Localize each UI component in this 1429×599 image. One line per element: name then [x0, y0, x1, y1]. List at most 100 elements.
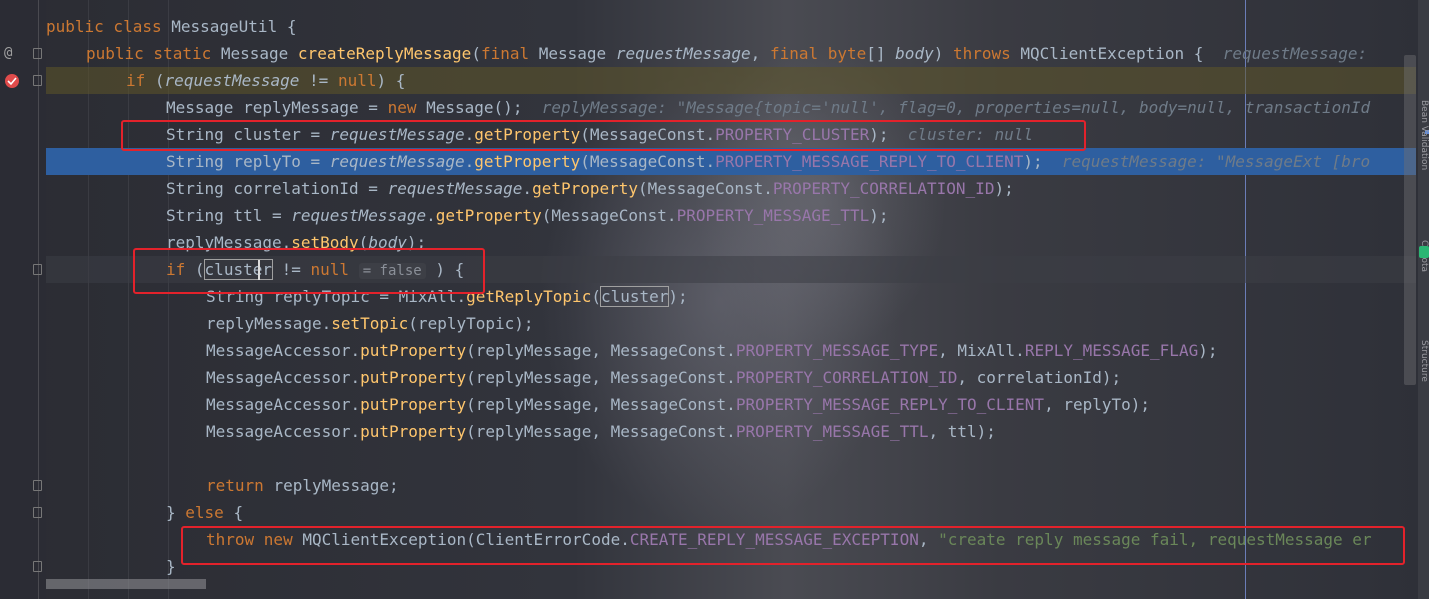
code-token: (: [154, 71, 165, 90]
code-token: Message: [426, 98, 494, 117]
code-token: );: [1198, 341, 1218, 360]
code-token: getProperty: [474, 152, 581, 171]
code-token: PROPERTY_MESSAGE_REPLY_TO_CLIENT: [715, 152, 1024, 171]
code-token: MessageAccessor.: [206, 368, 361, 387]
code-token: PROPERTY_MESSAGE_TTL: [676, 206, 870, 225]
code-line[interactable]: MessageAccessor.putProperty(replyMessage…: [206, 364, 1121, 391]
code-token: (replyMessage, MessageConst.: [466, 368, 736, 387]
fold-toggle-icon[interactable]: [33, 75, 42, 86]
code-token: ,: [750, 44, 770, 63]
code-token: ) {: [376, 71, 406, 90]
code-token: String ttl =: [166, 206, 292, 225]
codota-icon[interactable]: [1419, 246, 1429, 258]
annotation-box-throw: [181, 526, 1405, 565]
code-line[interactable]: }: [166, 553, 176, 580]
code-token: else: [185, 503, 234, 522]
code-token: PROPERTY_MESSAGE_TTL: [735, 422, 929, 441]
code-token: (: [471, 44, 481, 63]
code-token: final byte: [769, 44, 867, 63]
code-token: (replyMessage, MessageConst.: [466, 341, 736, 360]
code-token: requestMessage: [291, 206, 427, 225]
code-token: Message: [220, 44, 298, 63]
tool-window-tab-structure[interactable]: Structure: [1419, 340, 1429, 440]
code-token: PROPERTY_CORRELATION_ID: [735, 368, 958, 387]
horizontal-scrollbar[interactable]: [46, 579, 206, 589]
code-token: {: [286, 17, 297, 36]
override-marker-icon[interactable]: @: [4, 46, 12, 60]
code-token: requestMessage: [615, 44, 751, 63]
code-token: String replyTo =: [166, 152, 330, 171]
code-line[interactable]: String correlationId = requestMessage.ge…: [166, 175, 1014, 202]
code-token: Message replyMessage =: [166, 98, 388, 117]
code-token: , correlationId);: [957, 368, 1122, 387]
code-line[interactable]: String replyTo = requestMessage.getPrope…: [166, 148, 1370, 175]
code-token: return: [206, 476, 274, 495]
code-token: (: [591, 287, 601, 306]
code-token: cluster: [599, 286, 670, 307]
code-line[interactable]: if (requestMessage != null) {: [126, 67, 405, 94]
code-token: , MixAll.: [938, 341, 1025, 360]
code-token: requestMessage: "MessageExt [bro: [1042, 152, 1371, 171]
vertical-scrollbar[interactable]: [1404, 55, 1416, 385]
code-token: putProperty: [360, 395, 467, 414]
code-token: );: [668, 287, 688, 306]
code-line[interactable]: replyMessage.setTopic(replyTopic);: [206, 310, 534, 337]
code-token: PROPERTY_MESSAGE_REPLY_TO_CLIENT: [735, 395, 1045, 414]
breakpoint-icon[interactable]: [3, 72, 21, 90]
code-token: requestMessage: [164, 71, 300, 90]
fold-toggle-icon[interactable]: [33, 507, 42, 518]
code-token: []: [866, 44, 896, 63]
fold-toggle-icon[interactable]: [33, 48, 42, 59]
code-token: putProperty: [360, 341, 467, 360]
code-token: throws: [952, 44, 1021, 63]
code-token: {: [233, 503, 244, 522]
fold-toggle-icon[interactable]: [33, 480, 42, 491]
code-line[interactable]: MessageAccessor.putProperty(replyMessage…: [206, 337, 1217, 364]
code-token: getProperty: [532, 179, 639, 198]
tool-window-tab-bean-validation[interactable]: Bean Validation: [1419, 100, 1429, 220]
code-token: }: [166, 557, 176, 576]
code-token: );: [869, 206, 889, 225]
fold-toggle-icon[interactable]: [33, 561, 42, 572]
code-token: if: [126, 71, 155, 90]
code-line[interactable]: public class MessageUtil {: [46, 13, 296, 40]
code-line[interactable]: MessageAccessor.putProperty(replyMessage…: [206, 418, 996, 445]
code-line[interactable]: Message replyMessage = new Message(); re…: [166, 94, 1370, 121]
fold-toggle-icon[interactable]: [33, 264, 42, 275]
code-token: final: [480, 44, 539, 63]
code-token: body: [895, 44, 934, 63]
code-line[interactable]: public static Message createReplyMessage…: [86, 40, 1377, 67]
code-line[interactable]: } else {: [166, 499, 243, 526]
code-token: ;: [512, 98, 533, 117]
code-token: .: [464, 152, 475, 171]
code-token: REPLY_MESSAGE_FLAG: [1024, 341, 1199, 360]
code-token: requestMessage:: [1213, 44, 1377, 63]
code-line[interactable]: return replyMessage;: [206, 472, 399, 499]
code-token: PROPERTY_CORRELATION_ID: [772, 179, 995, 198]
text-caret: [258, 260, 260, 280]
code-line[interactable]: String ttl = requestMessage.getProperty(…: [166, 202, 888, 229]
code-token: !=: [299, 71, 338, 90]
code-token: public static: [86, 44, 221, 63]
code-token: .: [522, 179, 533, 198]
code-token: );: [1023, 152, 1043, 171]
code-token: PROPERTY_MESSAGE_TYPE: [735, 341, 939, 360]
code-token: MQClientException: [1020, 44, 1194, 63]
code-token: replyMessage;: [273, 476, 399, 495]
code-line[interactable]: MessageAccessor.putProperty(replyMessage…: [206, 391, 1150, 418]
code-token: , ttl);: [928, 422, 996, 441]
code-token: putProperty: [360, 422, 467, 441]
code-token: putProperty: [360, 368, 467, 387]
code-token: MessageUtil: [171, 17, 287, 36]
code-token: (replyTopic);: [408, 314, 534, 333]
annotation-box-if-cluster: [133, 248, 485, 294]
code-token: );: [994, 179, 1014, 198]
code-token: new: [387, 98, 427, 117]
code-token: public class: [46, 17, 172, 36]
code-token: , replyTo);: [1044, 395, 1151, 414]
code-token: }: [166, 503, 186, 522]
code-token: getProperty: [435, 206, 542, 225]
code-token: {: [1193, 44, 1214, 63]
annotation-box-cluster: [121, 120, 1086, 151]
code-token: replyMessage: "Message{topic='null', fla…: [532, 98, 1371, 117]
